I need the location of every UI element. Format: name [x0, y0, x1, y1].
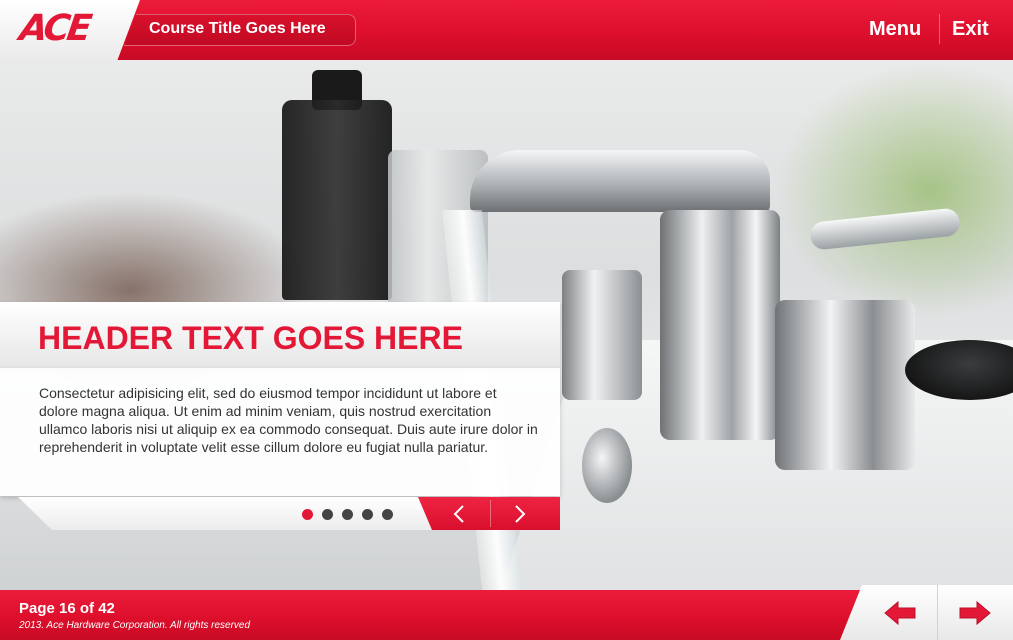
previous-page-button[interactable] [880, 596, 920, 630]
slide-dot[interactable] [342, 509, 353, 520]
slide-dot[interactable] [322, 509, 333, 520]
page-counter: Page 16 of 42 [19, 600, 115, 617]
divider [490, 500, 491, 527]
bottle [282, 100, 392, 300]
menu-button[interactable]: Menu [869, 18, 921, 41]
divider [939, 14, 940, 44]
slide-dot[interactable] [382, 509, 393, 520]
faucet-lever [808, 207, 962, 251]
divider [937, 585, 938, 640]
body-text: Consectetur adipisicing elit, sed do eiu… [39, 385, 538, 455]
ace-logo: ACE [17, 8, 92, 49]
page-heading: HEADER TEXT GOES HERE [38, 320, 463, 356]
chevron-left-icon [453, 504, 464, 523]
copyright-text: 2013. Ace Hardware Corporation. All righ… [19, 620, 251, 631]
slide-dots [302, 509, 393, 520]
course-title: Course Title Goes Here [149, 20, 326, 37]
exit-button[interactable]: Exit [952, 18, 989, 41]
arrow-right-icon [959, 600, 991, 626]
slide-dot[interactable] [362, 509, 373, 520]
faucet-handle-right [775, 300, 915, 470]
faucet-base [660, 210, 780, 440]
logo-panel: ACE [0, 0, 140, 64]
slide-dot[interactable] [302, 509, 313, 520]
chevron-right-icon [515, 504, 526, 523]
sink-drain [582, 428, 632, 503]
slide-next-button[interactable] [495, 497, 545, 530]
slide-prev-button[interactable] [434, 497, 484, 530]
faucet-handle-left [562, 270, 642, 400]
next-page-button[interactable] [955, 596, 995, 630]
arrow-left-icon [884, 600, 916, 626]
faucet-spout [470, 150, 770, 212]
